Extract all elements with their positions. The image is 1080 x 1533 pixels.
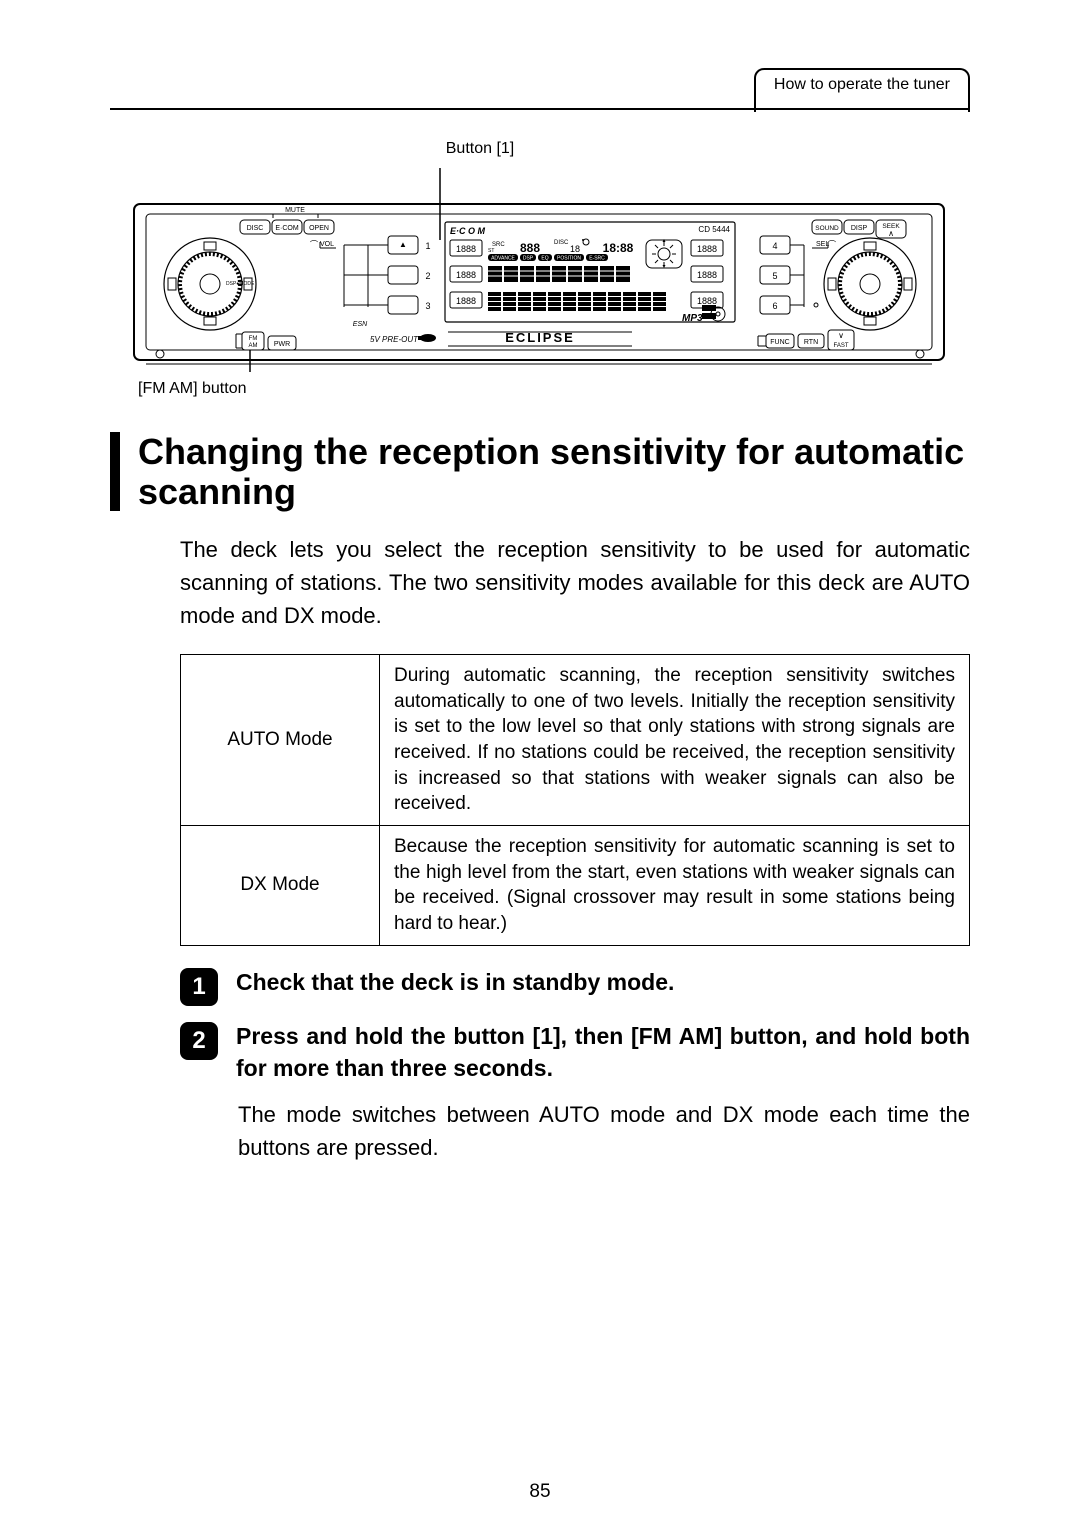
equalizer-icon	[488, 266, 630, 282]
svg-text:ADVANCE: ADVANCE	[491, 256, 515, 262]
svg-text:5V PRE-OUT: 5V PRE-OUT	[370, 335, 419, 344]
svg-text:EQ: EQ	[541, 256, 548, 262]
mode-table: AUTO Mode During automatic scanning, the…	[180, 654, 970, 945]
svg-text:E·C O M: E·C O M	[450, 226, 486, 236]
followup-paragraph: The mode switches between AUTO mode and …	[238, 1098, 970, 1164]
svg-text:ST: ST	[488, 248, 494, 254]
page-header: How to operate the tuner	[110, 60, 970, 110]
fast-seek-button: ∨ FAST	[828, 330, 854, 350]
svg-text:CD 5444: CD 5444	[698, 225, 730, 234]
svg-text:DSP●MODE: DSP●MODE	[226, 281, 255, 287]
svg-text:FUNC: FUNC	[770, 339, 789, 346]
svg-text:1: 1	[425, 241, 430, 251]
car-deck-illustration: MUTE DISC E·COM OPEN SOUND DISP SEEK ∧	[130, 164, 950, 374]
svg-text:ESN: ESN	[353, 321, 368, 328]
mute-label: MUTE	[285, 207, 305, 214]
svg-text:⌒: ⌒	[310, 240, 318, 249]
mode-desc-cell: During automatic scanning, the reception…	[380, 655, 970, 826]
svg-text:6: 6	[772, 301, 777, 311]
chevron-up-icon: ∧	[888, 229, 894, 238]
step-number-badge: 2	[180, 1022, 218, 1060]
mp3-icon: MP3	[682, 313, 703, 324]
page-number: 85	[0, 1481, 1080, 1503]
svg-text:1888: 1888	[456, 244, 476, 254]
step-text: Press and hold the button [1], then [FM …	[236, 1020, 970, 1084]
table-row: DX Mode Because the reception sensitivit…	[181, 826, 970, 946]
step-item: 2 Press and hold the button [1], then [F…	[180, 1020, 970, 1084]
rtn-button: RTN	[798, 334, 824, 348]
mode-desc-cell: Because the reception sensitivity for au…	[380, 826, 970, 946]
svg-text:4: 4	[772, 241, 777, 251]
svg-text:888: 888	[520, 241, 540, 255]
table-row: AUTO Mode During automatic scanning, the…	[181, 655, 970, 826]
header-tab: How to operate the tuner	[754, 66, 970, 110]
intro-paragraph: The deck lets you select the reception s…	[180, 533, 970, 632]
step-item: 1 Check that the deck is in standby mode…	[180, 966, 970, 1006]
svg-text:3: 3	[425, 301, 430, 311]
chevron-down-icon: ∨	[838, 331, 844, 340]
open-button: OPEN	[309, 225, 329, 232]
disc-button: DISC	[247, 225, 264, 232]
mode-name-cell: DX Mode	[181, 826, 380, 946]
section-breadcrumb: How to operate the tuner	[754, 68, 970, 112]
disp-button: DISP	[851, 225, 868, 232]
lcd-display: E·C O M CD 5444 1888 SRC ST 888 DISC 18 …	[445, 222, 735, 324]
svg-text:POSITION: POSITION	[557, 256, 581, 262]
svg-text:1888: 1888	[456, 270, 476, 280]
sound-button: SOUND	[815, 225, 839, 232]
svg-text:1888: 1888	[456, 296, 476, 306]
section-heading: Changing the reception sensitivity for a…	[110, 432, 970, 511]
svg-text:5: 5	[772, 271, 777, 281]
svg-text:▴: ▴	[662, 238, 665, 244]
svg-text:RTN: RTN	[804, 339, 818, 346]
svg-text:DSP: DSP	[523, 256, 534, 262]
figure-bottom-label: [FM AM] button	[138, 380, 970, 398]
ecom-button: E·COM	[275, 225, 299, 232]
svg-text:18: 18	[570, 244, 580, 254]
svg-text:1888: 1888	[697, 296, 717, 306]
svg-text:▲: ▲	[399, 240, 407, 249]
mode-name-cell: AUTO Mode	[181, 655, 380, 826]
pwr-button: PWR	[268, 336, 296, 350]
step-number-badge: 1	[180, 968, 218, 1006]
step-text: Check that the deck is in standby mode.	[236, 966, 970, 998]
svg-text:▾: ▾	[662, 264, 665, 270]
svg-text:PWR: PWR	[274, 341, 290, 348]
svg-text:DISC: DISC	[554, 240, 569, 246]
svg-text:AM: AM	[249, 343, 258, 349]
svg-text:18:88: 18:88	[603, 241, 634, 255]
svg-text:2: 2	[425, 271, 430, 281]
svg-text:VOL: VOL	[320, 241, 334, 248]
svg-text:⌒: ⌒	[828, 240, 836, 249]
sun-icon: ▾ ▴	[646, 238, 682, 270]
svg-text:1888: 1888	[697, 244, 717, 254]
svg-text:E-SRC: E-SRC	[589, 256, 605, 262]
svg-text:1888: 1888	[697, 270, 717, 280]
figure-top-label: Button [1]	[0, 140, 970, 158]
svg-text:FM: FM	[249, 336, 258, 342]
svg-text:FAST: FAST	[833, 343, 848, 349]
